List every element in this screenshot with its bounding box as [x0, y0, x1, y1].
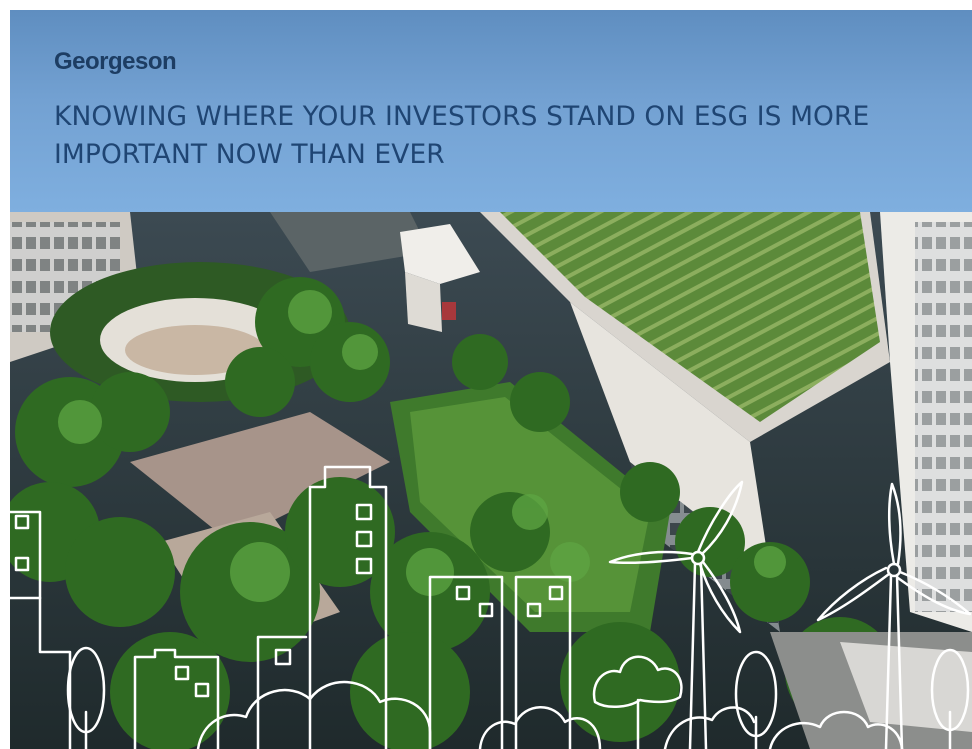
rooftop-illustration: [10, 212, 972, 749]
kiosk-door: [442, 302, 456, 320]
right-tower-windows: [915, 222, 972, 612]
page: Georgeson KNOWING WHERE YOUR INVESTORS S…: [0, 0, 972, 749]
brand-logo: Georgeson: [54, 48, 177, 75]
headline: KNOWING WHERE YOUR INVESTORS STAND ON ES…: [54, 101, 870, 170]
hero-banner: Georgeson KNOWING WHERE YOUR INVESTORS S…: [10, 10, 972, 749]
rooftop-photo: [10, 212, 972, 749]
header-band: Georgeson KNOWING WHERE YOUR INVESTORS S…: [10, 10, 972, 212]
